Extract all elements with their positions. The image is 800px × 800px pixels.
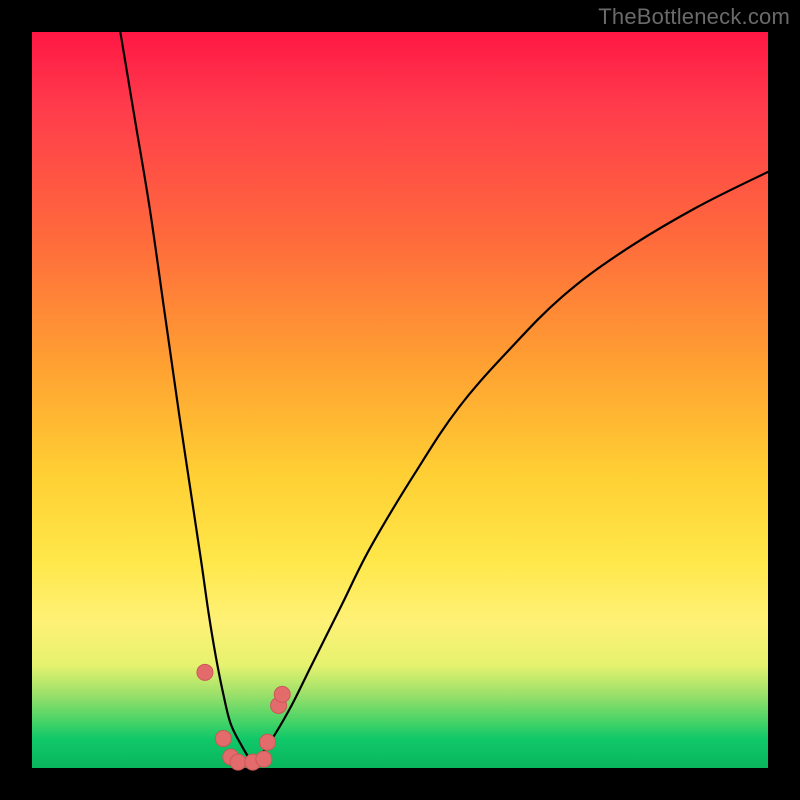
data-point xyxy=(230,754,246,770)
data-point xyxy=(215,731,231,747)
watermark-text: TheBottleneck.com xyxy=(598,4,790,30)
data-point xyxy=(260,734,276,750)
curve-left-curve xyxy=(120,32,252,764)
curve-layer xyxy=(32,32,768,768)
data-point xyxy=(197,664,213,680)
plot-area xyxy=(32,32,768,768)
data-point xyxy=(274,686,290,702)
curve-right-curve xyxy=(253,172,768,764)
data-point xyxy=(256,751,272,767)
chart-frame: TheBottleneck.com xyxy=(0,0,800,800)
